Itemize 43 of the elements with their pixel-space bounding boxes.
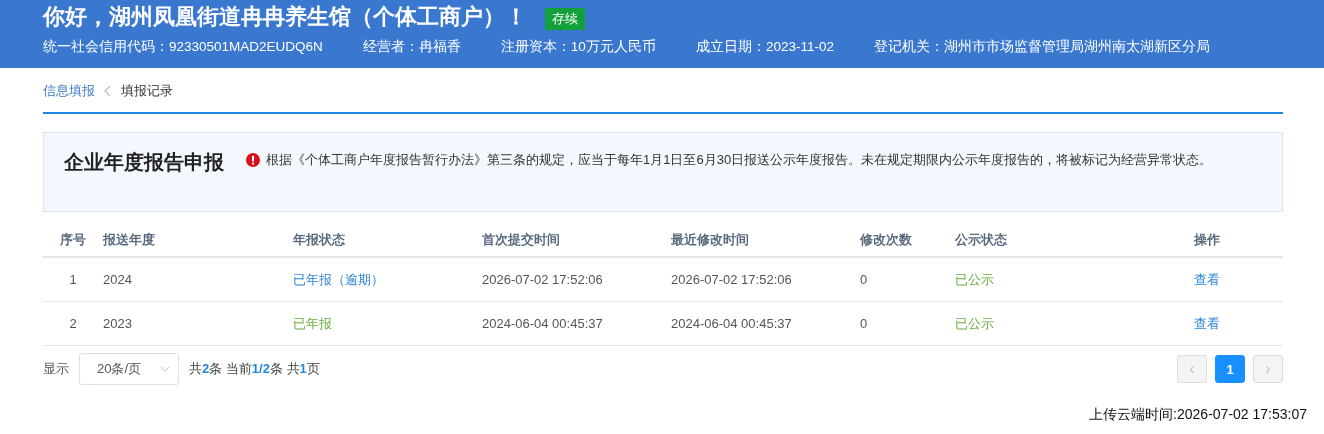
publicity-status: 已公示: [955, 301, 1150, 346]
upload-time: 上传云端时间:2026-07-02 17:53:07: [1089, 406, 1307, 424]
column-header: 年报状态: [293, 224, 482, 257]
table-cell: 2024-06-04 00:45:37: [671, 301, 860, 346]
column-header: 首次提交时间: [482, 224, 671, 257]
company-info: 统一社会信用代码：92330501MAD2EUDQ6N: [43, 38, 323, 56]
column-header: 公示状态: [955, 224, 1150, 257]
column-header: 报送年度: [103, 224, 293, 257]
chevron-left-icon: [104, 85, 112, 97]
company-info: 经营者：冉福香: [362, 38, 461, 56]
table-cell: 2026-07-02 17:52:06: [482, 257, 671, 302]
table-cell: 2024-06-04 00:45:37: [482, 301, 671, 346]
table-cell: 2024: [103, 257, 293, 302]
column-header: 序号: [43, 224, 103, 257]
report-status: 已年报（逾期）: [293, 257, 482, 302]
table-cell: 0: [860, 301, 955, 346]
company-info: 成立日期：2023-11-02: [695, 38, 834, 56]
table-cell: 2026-07-02 17:52:06: [671, 257, 860, 302]
column-header: 最近修改时间: [671, 224, 860, 257]
warning-icon: [246, 153, 260, 167]
notice-text: 根据《个体工商户年度报告暂行办法》第三条的规定，应当于每年1月1日至6月30日报送公示年度报告。未在规定期限内公示年度报告的，将被标记为经营异常状态。: [266, 151, 1213, 169]
report-status: 已年报: [293, 301, 482, 346]
greeting-title: 你好，湖州凤凰街道冉冉养生馆（个体工商户）！: [43, 3, 527, 31]
show-label: 显示: [43, 360, 69, 378]
table-cell: 2023: [103, 301, 293, 346]
notice-title: 企业年度报告申报: [64, 150, 224, 175]
company-info: 注册资本：10万元人民币: [500, 38, 656, 56]
breadcrumb-current: 填报记录: [121, 82, 173, 100]
company-info: 登记机关：湖州市市场监督管理局湖州南太湖新区分局: [873, 38, 1210, 56]
table-cell: 1: [43, 257, 103, 302]
view-link[interactable]: 查看: [1194, 271, 1220, 287]
page-size-select[interactable]: 20条/页: [79, 353, 179, 385]
chevron-down-icon: [160, 366, 170, 372]
table-cell: 2: [43, 301, 103, 346]
page-button[interactable]: 1: [1215, 355, 1245, 383]
column-header: 修改次数: [860, 224, 955, 257]
status-badge: 存续: [545, 8, 585, 30]
table-cell: 0: [860, 257, 955, 302]
page-summary: 共2条 当前1/2条 共1页: [189, 360, 320, 378]
breadcrumb-link[interactable]: 信息填报: [43, 82, 95, 100]
column-header: 操作: [1150, 224, 1283, 257]
view-link[interactable]: 查看: [1194, 315, 1220, 331]
publicity-status: 已公示: [955, 257, 1150, 302]
